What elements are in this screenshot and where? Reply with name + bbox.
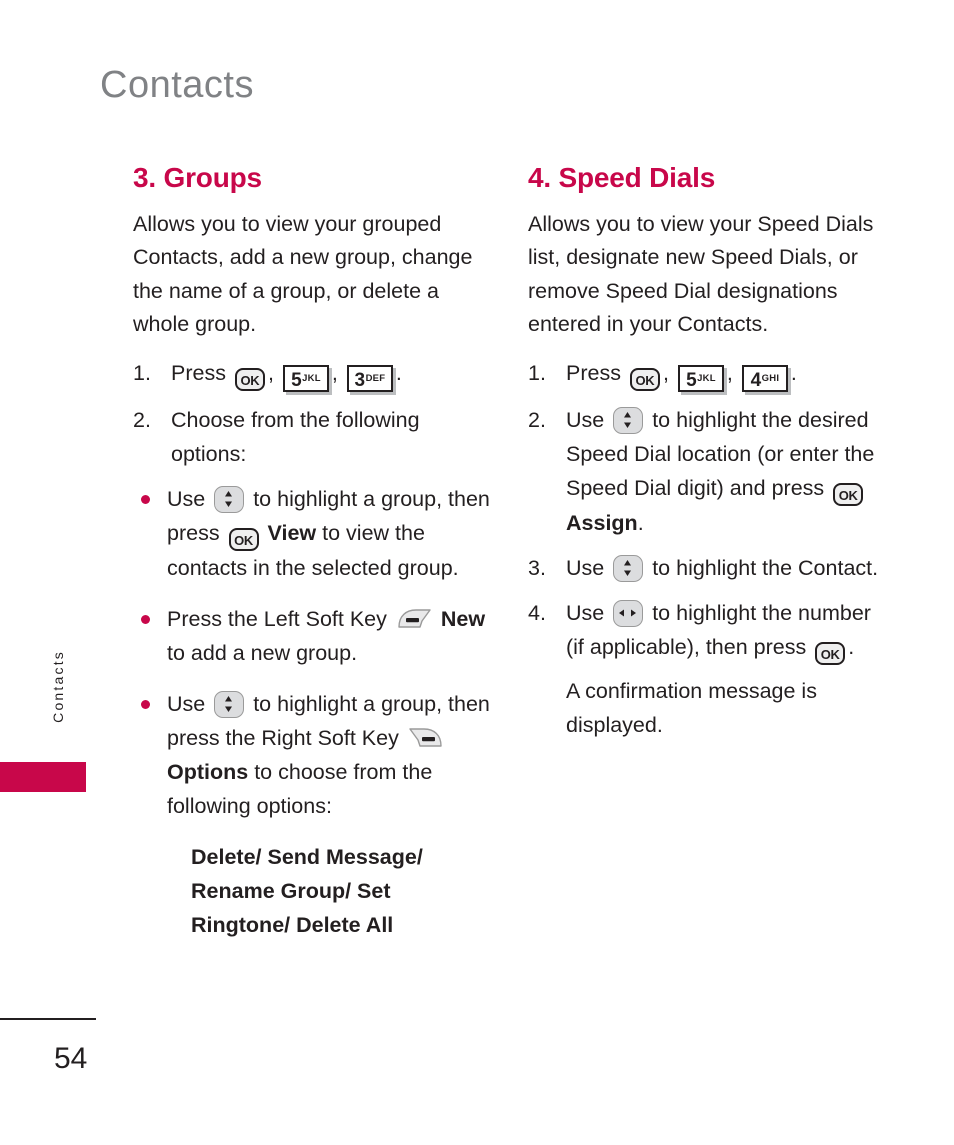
document-page: Contacts Contacts 54 3. Groups Allows yo…: [0, 0, 954, 1145]
speed-dials-step-4: 4. Use to highlight the number (if applic…: [528, 596, 888, 665]
groups-options-values: Delete/ Send Message/ Rename Group/ Set …: [191, 844, 423, 937]
groups-intro-paragraph: Allows you to view your grouped Contacts…: [133, 211, 473, 337]
key-digit: 3: [354, 369, 366, 391]
speed-dials-intro-paragraph: Allows you to view your Speed Dials list…: [528, 211, 874, 337]
key-digit: 5: [686, 369, 697, 391]
speed-dials-confirmation-note: A confirmation message is displayed.: [566, 678, 817, 737]
page-number: 54: [54, 1042, 88, 1075]
groups-bullet-options: Use to highlight a group, then press the…: [133, 687, 493, 823]
key-5-jkl-icon: 5JKL: [282, 364, 329, 392]
key-digit: 5: [291, 369, 302, 391]
groups-options-bullets: Use to highlight a group, then press OK …: [133, 482, 493, 823]
section-heading-groups: 3. Groups: [133, 162, 262, 193]
side-tab-label: Contacts: [50, 650, 66, 723]
groups-step-1: 1. Press OK, 5JKL, 3DEF.: [133, 356, 493, 392]
step-text-pre: Use: [566, 555, 605, 580]
step-period: .: [637, 510, 644, 535]
key-3-def-icon: 3DEF: [346, 364, 393, 392]
groups-step-2: 2. Choose from the following options:: [133, 403, 493, 471]
key-letters: GHI: [761, 372, 780, 384]
speed-dials-step-1: 1. Press OK, 5JKL, 4GHI.: [528, 356, 888, 392]
step-period: .: [848, 634, 855, 659]
left-column: 3. Groups Allows you to view your groupe…: [133, 162, 493, 942]
groups-bullet-view: Use to highlight a group, then press OK …: [133, 482, 493, 585]
step-text-mid: to highlight the Contact.: [652, 555, 879, 580]
ok-key-icon: OK: [234, 367, 265, 391]
step-number: 4.: [528, 600, 546, 625]
key-4-ghi-icon: 4GHI: [741, 364, 788, 392]
ok-key-icon: OK: [228, 527, 259, 551]
step-text: Choose from the following options:: [171, 407, 420, 466]
bullet-text-pre: Use: [167, 691, 206, 716]
bullet-bold-options: Options: [167, 759, 249, 784]
groups-steps-list: 1. Press OK, 5JKL, 3DEF. 2. Choose from th…: [133, 356, 493, 471]
step-period: .: [790, 360, 797, 385]
speed-dials-step-3: 3. Use to highlight the Contact.: [528, 551, 888, 585]
step-comma-2: ,: [331, 360, 338, 385]
ok-key-icon: OK: [629, 367, 660, 391]
speed-dials-steps-list: 1. Press OK, 5JKL, 4GHI. 2. Use to highlig…: [528, 356, 888, 665]
bullet-text-post: to add a new group.: [167, 640, 358, 665]
step-text-pre: Use: [566, 600, 605, 625]
key-letters: DEF: [365, 372, 386, 384]
step-number: 1.: [528, 360, 546, 385]
key-letters: JKL: [302, 372, 321, 384]
nav-up-down-key-icon: [613, 554, 644, 582]
step-text: Press: [566, 360, 621, 385]
key-digit: 4: [750, 369, 762, 391]
step-bold-assign: Assign: [566, 510, 638, 535]
bullet-text-pre: Use: [167, 486, 206, 511]
step-comma-1: ,: [267, 360, 274, 385]
section-heading-speed-dials: 4. Speed Dials: [528, 162, 716, 193]
speed-dials-step-2: 2. Use to highlight the desired Speed Dia…: [528, 403, 888, 540]
step-comma-1: ,: [662, 360, 669, 385]
step-period: .: [395, 360, 402, 385]
bullet-bold-view: View: [267, 520, 317, 545]
ok-key-icon: OK: [815, 641, 846, 665]
nav-up-down-key-icon: [214, 485, 245, 513]
step-text: Press: [171, 360, 226, 385]
step-comma-2: ,: [726, 360, 733, 385]
left-soft-key-icon: [396, 608, 432, 630]
footer-divider: [0, 1018, 96, 1020]
right-column: 4. Speed Dials Allows you to view your S…: [528, 162, 888, 742]
bullet-text-pre: Press the Left Soft Key: [167, 606, 387, 631]
step-number: 3.: [528, 555, 546, 580]
ok-key-icon: OK: [833, 482, 864, 506]
nav-up-down-key-icon: [613, 406, 644, 434]
page-title: Contacts: [100, 64, 254, 106]
step-number: 1.: [133, 360, 151, 385]
groups-bullet-new: Press the Left Soft Key New to add a new…: [133, 602, 493, 670]
key-letters: JKL: [697, 372, 716, 384]
step-number: 2.: [528, 407, 546, 432]
nav-left-right-key-icon: [613, 599, 644, 627]
right-soft-key-icon: [408, 727, 444, 749]
bullet-bold-new: New: [440, 606, 486, 631]
side-tab-marker: [0, 762, 86, 792]
step-text-pre: Use: [566, 407, 605, 432]
nav-up-down-key-icon: [214, 690, 245, 718]
key-5-jkl-icon: 5JKL: [677, 364, 724, 392]
step-number: 2.: [133, 407, 151, 432]
